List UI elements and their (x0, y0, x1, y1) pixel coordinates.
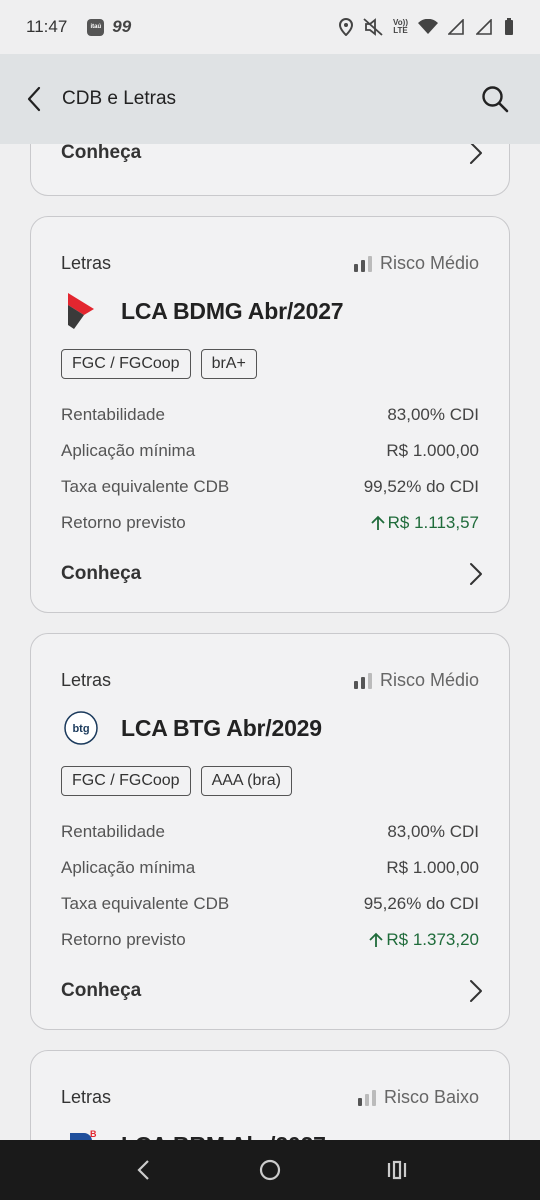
wifi-icon (418, 19, 438, 34)
conheca-label: Conheça (61, 980, 142, 1001)
info-row: Aplicação mínima R$ 1.000,00 (61, 858, 479, 877)
conheca-link[interactable]: Conheça (61, 144, 483, 165)
mute-icon (363, 18, 383, 36)
expected-return: R$ 1.113,57 (370, 513, 479, 533)
info-row: Rentabilidade 83,00% CDI (61, 405, 479, 424)
chevron-right-icon (470, 144, 482, 164)
itau-app-icon: itaú (87, 18, 105, 36)
rating-tag: brA+ (200, 349, 257, 379)
category-label: Letras (61, 1087, 112, 1107)
conheca-label: Conheça (61, 144, 142, 163)
volte-indicator: Vo)) LTE (393, 18, 408, 35)
product-name: LCA BRM Abr/2027 (121, 1132, 326, 1141)
chevron-left-icon (27, 86, 41, 112)
conheca-link[interactable]: Conheça (61, 979, 483, 1003)
svg-text:B: B (90, 1129, 97, 1139)
offer-card[interactable]: Letras Risco Médio LCA BDMG Abr/2027 FGC… (30, 216, 510, 613)
info-row: Taxa equivalente CDB 95,26% do CDI (61, 894, 479, 913)
nav-home-icon (259, 1159, 281, 1181)
risk-label: Risco Baixo (383, 1087, 479, 1107)
risk-indicator: Risco Médio (353, 253, 479, 274)
signal-icon-2 (476, 19, 492, 35)
brm-logo: B (61, 1125, 101, 1140)
offer-card[interactable]: Letras Risco Médio btg LCA BTG Abr/2029 … (30, 633, 510, 1030)
arrow-up-icon (369, 932, 383, 947)
nav-recents-icon (387, 1160, 406, 1180)
product-name: LCA BTG Abr/2029 (121, 714, 322, 741)
chevron-right-icon (470, 563, 482, 585)
back-button[interactable] (26, 83, 50, 115)
page-title: CDB e Letras (62, 88, 177, 109)
category-label: Letras (61, 253, 112, 273)
guarantee-tag: FGC / FGCoop (61, 766, 191, 796)
offers-list[interactable]: Conheça Letras Risco Médio LCA BDMG Abr/… (0, 144, 540, 1140)
arrow-up-icon (370, 515, 385, 530)
search-icon (482, 86, 509, 113)
battery-icon (505, 18, 513, 35)
bdmg-logo (61, 291, 101, 331)
99-app-icon: 99 (112, 17, 132, 36)
btg-logo: btg (61, 708, 101, 748)
info-row: Retorno previsto R$ 1.373,20 (61, 930, 479, 950)
risk-bars-icon (353, 672, 372, 689)
status-bar: 11:47 itaú 99 Vo)) LTE (0, 0, 540, 54)
guarantee-tag: FGC / FGCoop (61, 349, 191, 379)
category-label: Letras (61, 670, 112, 690)
risk-label: Risco Médio (379, 670, 479, 690)
nav-back-button[interactable] (123, 1150, 163, 1190)
nav-home-button[interactable] (250, 1150, 290, 1190)
risk-bars-icon (353, 255, 372, 272)
conheca-link[interactable]: Conheça (61, 562, 483, 586)
risk-bars-icon (357, 1089, 376, 1106)
search-button[interactable] (480, 84, 510, 114)
signal-icon (448, 19, 464, 35)
nav-recents-button[interactable] (377, 1150, 417, 1190)
chevron-right-icon (470, 980, 482, 1002)
risk-indicator: Risco Médio (353, 670, 479, 691)
location-icon (339, 18, 354, 36)
rating-tag: AAA (bra) (200, 766, 292, 796)
status-time: 11:47 (26, 17, 68, 36)
expected-return: R$ 1.373,20 (369, 930, 479, 950)
system-nav-bar (0, 1140, 540, 1200)
svg-text:btg: btg (72, 723, 89, 735)
info-row: Retorno previsto R$ 1.113,57 (61, 513, 479, 533)
info-row: Aplicação mínima R$ 1.000,00 (61, 441, 479, 460)
app-bar: CDB e Letras (0, 54, 540, 144)
nav-back-icon (137, 1160, 150, 1180)
info-row: Rentabilidade 83,00% CDI (61, 822, 479, 841)
offer-card[interactable]: Letras Risco Baixo B LCA BRM Abr/2027 (30, 1050, 510, 1140)
offer-card-partial: Conheça (30, 144, 510, 196)
risk-label: Risco Médio (379, 253, 479, 273)
product-name: LCA BDMG Abr/2027 (121, 297, 344, 324)
conheca-label: Conheça (61, 563, 142, 584)
risk-indicator: Risco Baixo (357, 1087, 479, 1108)
info-row: Taxa equivalente CDB 99,52% do CDI (61, 477, 479, 496)
